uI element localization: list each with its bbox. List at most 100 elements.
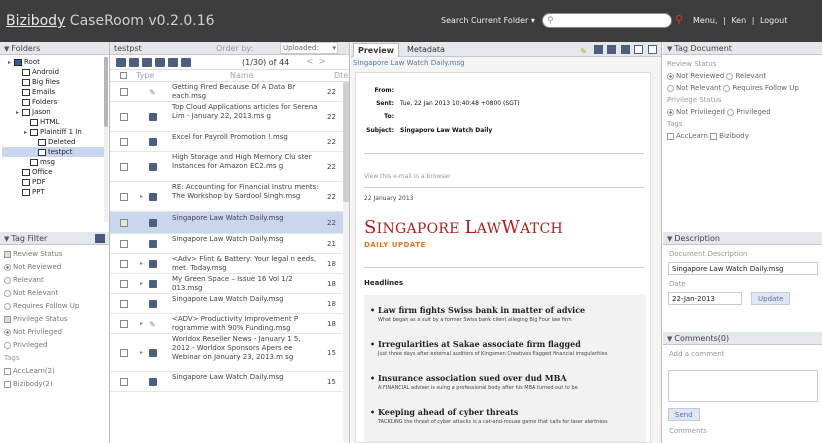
collapse-icon[interactable]: ▼ <box>667 335 672 343</box>
folder-tree-node[interactable]: PDF <box>2 177 107 187</box>
col-type[interactable]: Type <box>136 71 154 80</box>
folder-tree-node[interactable]: PPT <box>2 187 107 197</box>
select-all-checkbox[interactable] <box>120 72 127 79</box>
items-scrollbar[interactable] <box>343 82 349 442</box>
row-checkbox[interactable] <box>120 300 128 308</box>
privilege-status-filter[interactable]: Privilege Status <box>4 313 105 326</box>
collapse-icon[interactable]: ▼ <box>667 45 672 53</box>
filter-not-reviewed[interactable]: Not Reviewed <box>4 261 105 274</box>
filter-apply-icon[interactable] <box>95 234 105 243</box>
item-row[interactable]: Getting Fired Because Of A Data Br each.… <box>110 82 343 102</box>
tag-document-header[interactable]: ▼ Tag Document <box>663 42 822 55</box>
browser-link[interactable]: View this e-mail in a browser <box>364 173 451 180</box>
tag-filter-header[interactable]: ▼ Tag Filter <box>0 232 109 245</box>
item-row[interactable]: Singapore Law Watch Daily.msg 15 <box>110 372 343 392</box>
folder-tree-node[interactable]: ▸ Plaintiff 1 In <box>2 127 107 137</box>
privilege-privileged[interactable]: Privileged <box>727 108 771 116</box>
fullscreen-icon[interactable] <box>648 45 657 54</box>
expand-attachments-icon[interactable]: ▸ <box>140 349 143 356</box>
folder-tree-node[interactable]: Android <box>2 67 107 77</box>
review-relevant[interactable]: Relevant <box>726 72 766 80</box>
folder-tree-node[interactable]: msg <box>2 157 107 167</box>
row-checkbox[interactable] <box>120 280 128 288</box>
checkbox[interactable] <box>4 367 11 375</box>
row-checkbox[interactable] <box>120 320 128 328</box>
folder-tree-node[interactable]: Folders <box>2 97 107 107</box>
filter-not-privileged[interactable]: Not Privileged <box>4 326 105 339</box>
folder-tree-node[interactable]: ▸ Jason <box>2 107 107 117</box>
row-checkbox[interactable] <box>120 163 128 171</box>
row-checkbox[interactable] <box>120 240 128 248</box>
item-name[interactable]: Excel for Payroll Promotion !.msg <box>172 133 320 142</box>
item-row[interactable]: Top Cloud Applications articles for Sere… <box>110 102 343 132</box>
headline-title[interactable]: Irregularities at Sakae associate firm f… <box>378 339 644 349</box>
item-row[interactable]: Excel for Payroll Promotion !.msg 22 <box>110 132 343 152</box>
item-row[interactable]: Singapore Law Watch Daily.msg 21 <box>110 234 343 254</box>
tag-icon[interactable] <box>168 58 178 67</box>
checkbox[interactable] <box>667 132 674 140</box>
radio[interactable] <box>4 289 11 297</box>
expand-attachments-icon[interactable]: ▸ <box>140 280 143 287</box>
folders-header[interactable]: ▼ Folders <box>0 42 109 55</box>
radio[interactable] <box>4 276 11 284</box>
headline-item[interactable]: Keeping ahead of cyber threats TACKLING t… <box>378 407 644 425</box>
item-row[interactable]: ▸ My Green Space – Issue 16 Vol 1/2 013.m… <box>110 274 343 294</box>
privilege-not-privileged[interactable]: Not Privileged <box>667 108 725 116</box>
prev-page-button[interactable]: < <box>306 57 314 67</box>
folder-tree-node[interactable]: HTML <box>2 117 107 127</box>
row-checkbox[interactable] <box>120 113 128 121</box>
checkbox[interactable] <box>4 315 11 323</box>
headline-item[interactable]: Insurance association sued over dud MBA A… <box>378 373 644 391</box>
tag-acclearn[interactable]: AccLearn <box>667 132 708 140</box>
collapse-icon[interactable]: ▼ <box>4 45 9 53</box>
tree-scrollbar[interactable] <box>104 57 108 222</box>
item-row[interactable]: ▸ <Adv> Flint & Battery: Your legal n eed… <box>110 254 343 274</box>
logout-link[interactable]: Logout <box>760 16 787 25</box>
move-icon[interactable] <box>155 58 165 67</box>
copy-icon[interactable] <box>142 58 152 67</box>
order-by-select[interactable]: Uploaded: ▾ <box>280 42 338 54</box>
row-checkbox[interactable] <box>120 88 128 96</box>
col-name[interactable]: Name <box>230 71 254 80</box>
comment-textarea[interactable] <box>668 370 818 402</box>
review-requires-follow-up[interactable]: Requires Follow Up <box>723 84 799 92</box>
item-name[interactable]: Singapore Law Watch Daily.msg <box>172 235 320 244</box>
search-scope-dropdown[interactable]: Search Current Folder ▾ <box>441 16 535 25</box>
review-not-relevant[interactable]: Not Relevant <box>667 84 721 92</box>
review-status-filter[interactable]: Review Status <box>4 248 105 261</box>
row-checkbox[interactable] <box>120 349 128 357</box>
folder-tree-node[interactable]: Deleted <box>2 137 107 147</box>
filter-tag-bizibody[interactable]: Bizibody(2) <box>4 378 105 391</box>
item-row[interactable]: High Storage and High Memory Clu ster In… <box>110 152 343 182</box>
radio[interactable] <box>667 108 674 116</box>
item-name[interactable]: High Storage and High Memory Clu ster In… <box>172 153 320 171</box>
folder-tree-node[interactable]: ▸ Root <box>2 57 107 67</box>
item-row[interactable]: ▸ RE: Accounting for Financial Instru men… <box>110 182 343 212</box>
row-checkbox[interactable] <box>120 219 128 227</box>
row-checkbox[interactable] <box>120 193 128 201</box>
user-link[interactable]: Ken <box>731 16 746 25</box>
radio[interactable] <box>4 328 11 336</box>
next-page-button[interactable]: > <box>319 57 327 67</box>
item-row[interactable]: ▸ Worldox Reseller News - January 1 5, 20… <box>110 334 343 372</box>
date-input[interactable] <box>668 292 742 305</box>
folder-tree-node[interactable]: Big files <box>2 77 107 87</box>
headline-title[interactable]: Insurance association sued over dud MBA <box>378 373 644 383</box>
col-date[interactable]: Dte <box>334 71 348 80</box>
filter-requires-follow-up[interactable]: Requires Follow Up <box>4 300 105 313</box>
menu-link[interactable]: Menu, <box>693 16 718 25</box>
scroll-thumb[interactable] <box>343 82 349 202</box>
item-name[interactable]: Singapore Law Watch Daily.msg <box>172 295 320 304</box>
download-icon[interactable] <box>593 45 603 54</box>
comments-header[interactable]: ▼ Comments(0) <box>663 332 822 345</box>
annotate-icon[interactable]: ✎ <box>580 47 589 56</box>
item-name[interactable]: Worldox Reseller News - January 1 5, 201… <box>172 335 320 362</box>
item-row[interactable]: ▸ <ADV> Productivity Improvement P rogram… <box>110 314 343 334</box>
item-name[interactable]: Top Cloud Applications articles for Sere… <box>172 103 320 121</box>
scroll-thumb[interactable] <box>104 57 108 127</box>
folder-tree-node[interactable]: Office <box>2 167 107 177</box>
tab-metadata[interactable]: Metadata <box>403 43 449 57</box>
filter-not-relevant[interactable]: Not Relevant <box>4 287 105 300</box>
brand-link[interactable]: Bizibody <box>6 13 65 29</box>
item-name[interactable]: RE: Accounting for Financial Instru ment… <box>172 183 320 201</box>
